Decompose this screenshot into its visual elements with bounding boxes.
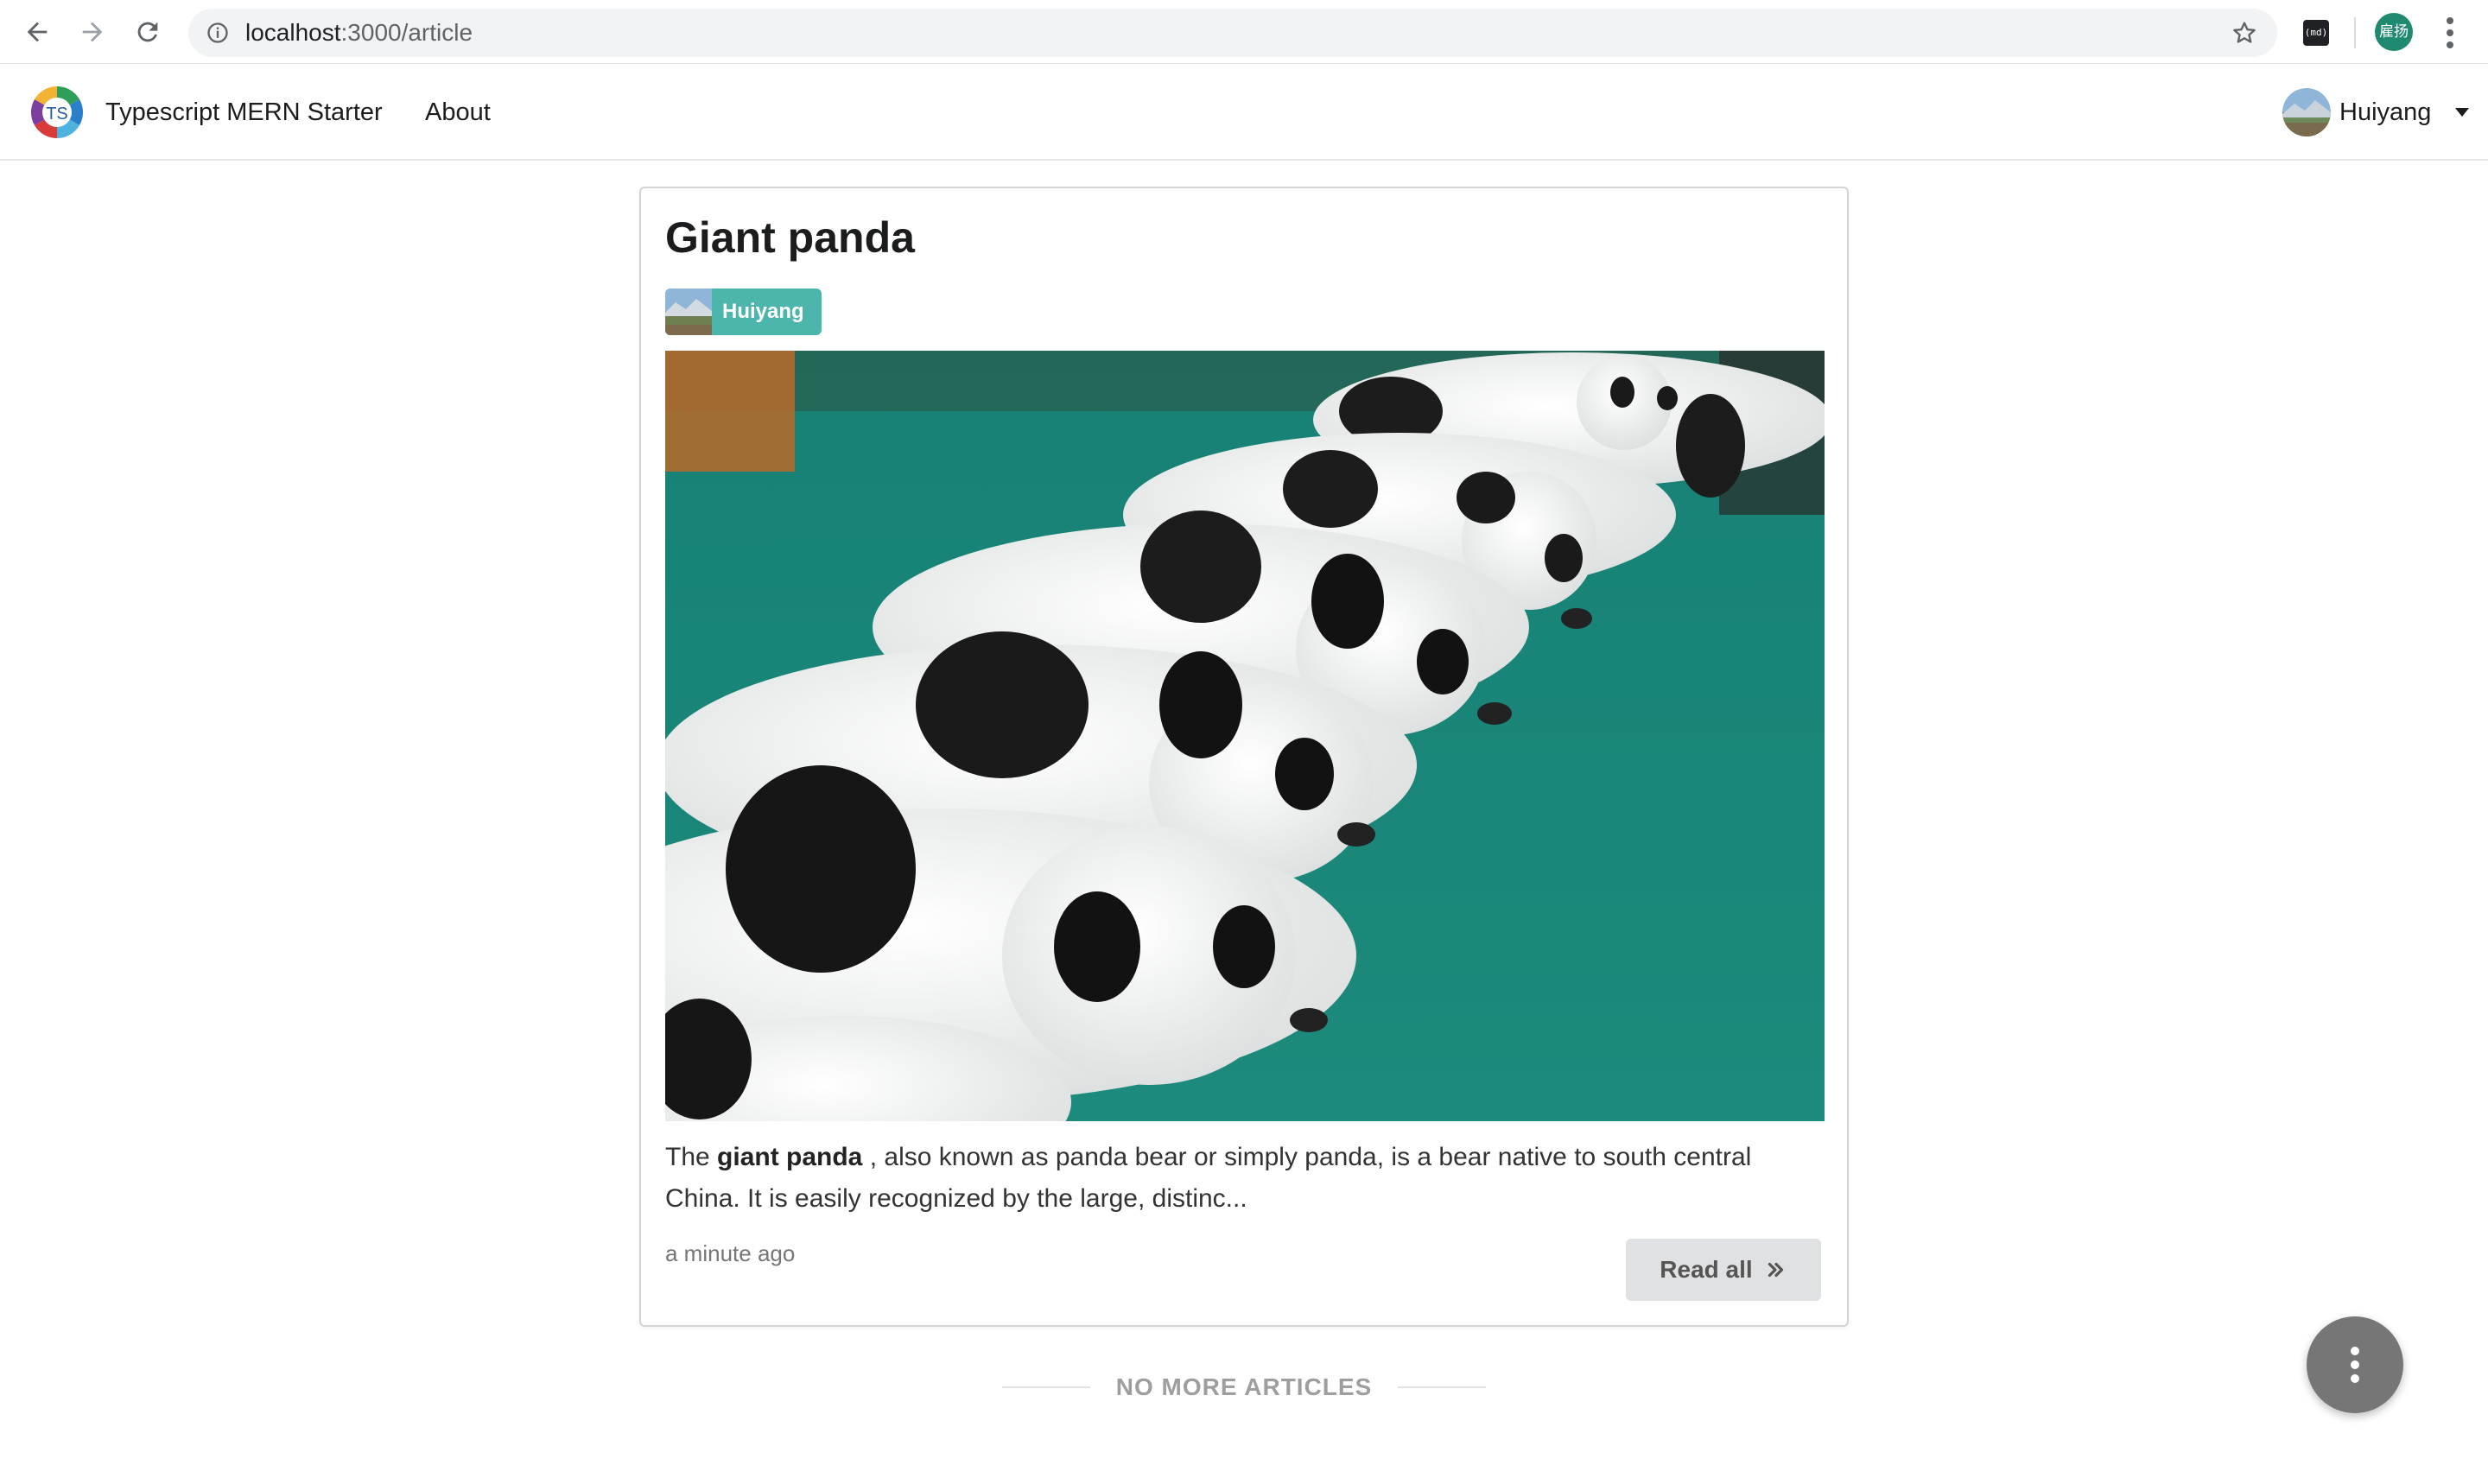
article-card: Giant panda Huiyang The giant panda , al… — [639, 187, 1849, 1327]
arrow-left-icon — [27, 22, 48, 42]
browser-profile-avatar[interactable]: 雇扬 — [2375, 13, 2413, 51]
toolbar-divider — [2354, 17, 2356, 48]
caret-down-icon — [2455, 108, 2470, 117]
floating-action-button[interactable] — [2307, 1316, 2403, 1413]
avatar — [2282, 88, 2331, 136]
info-icon[interactable] — [206, 21, 230, 45]
arrow-right-icon — [82, 22, 103, 42]
browser-menu-icon[interactable] — [2438, 16, 2462, 50]
author-name: Huiyang — [722, 300, 804, 323]
browser-toolbar: localhost:3000/article (md) 雇扬 — [0, 0, 2488, 64]
author-label[interactable]: Huiyang — [665, 289, 822, 335]
address-bar[interactable]: localhost:3000/article — [188, 9, 2277, 57]
read-all-button[interactable]: Read all — [1626, 1239, 1821, 1301]
no-more-articles-divider: NO MORE ARTICLES — [1002, 1368, 1486, 1406]
excerpt-intro: The — [665, 1143, 718, 1171]
article-image — [665, 351, 1825, 1121]
divider-line-left — [1002, 1386, 1090, 1388]
url-path: :3000/article — [340, 19, 473, 46]
article-excerpt: The giant panda , also known as panda be… — [665, 1137, 1828, 1220]
read-all-label: Read all — [1660, 1256, 1753, 1283]
app-title[interactable]: Typescript MERN Starter — [105, 64, 383, 161]
app-logo[interactable]: TS — [29, 85, 85, 140]
excerpt-bold: giant panda — [717, 1143, 863, 1171]
panda-cubs-image — [665, 351, 1825, 1121]
forward-button[interactable] — [74, 14, 111, 50]
vertical-dots-icon — [2351, 1347, 2359, 1355]
user-name: Huiyang — [2339, 98, 2432, 126]
back-button[interactable] — [19, 14, 55, 50]
double-chevron-right-icon — [1768, 1262, 1783, 1278]
url-host: localhost — [245, 19, 341, 46]
user-menu-dropdown[interactable]: Huiyang — [2282, 88, 2470, 136]
no-more-articles-text: NO MORE ARTICLES — [1115, 1373, 1373, 1400]
reload-icon — [137, 22, 158, 42]
author-avatar — [665, 289, 712, 335]
app-header: TS Typescript MERN Starter About Huiyang — [0, 64, 2488, 161]
nav-about-link[interactable]: About — [425, 64, 491, 161]
reload-button[interactable] — [130, 14, 166, 50]
star-icon[interactable] — [2231, 19, 2258, 47]
article-timestamp: a minute ago — [665, 1240, 796, 1266]
extension-md-icon[interactable]: (md) — [2303, 20, 2329, 46]
divider-line-right — [1398, 1386, 1486, 1388]
logo-text: TS — [46, 105, 68, 124]
url-text[interactable]: localhost:3000/article — [245, 9, 473, 57]
article-title[interactable]: Giant panda — [665, 212, 915, 263]
